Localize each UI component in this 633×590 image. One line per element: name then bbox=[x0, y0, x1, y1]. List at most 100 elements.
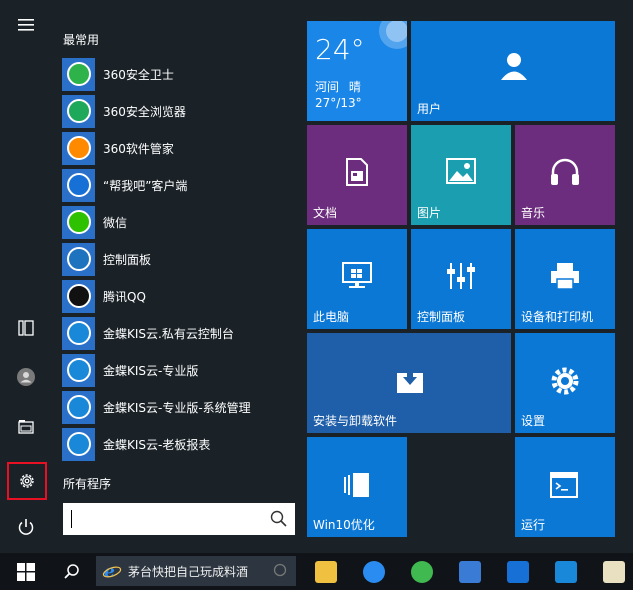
ie-icon: e bbox=[102, 562, 122, 581]
tablet-icon bbox=[18, 320, 34, 336]
bangwoba-icon bbox=[507, 560, 529, 583]
taskbar-pinned-app[interactable] bbox=[308, 553, 344, 590]
app-label: 360安全卫士 bbox=[103, 67, 174, 82]
user-icon bbox=[17, 368, 35, 386]
kingdee-pro-icon bbox=[62, 353, 95, 387]
headphones-icon bbox=[551, 158, 579, 185]
tablet-mode-button[interactable] bbox=[6, 309, 46, 347]
app-list-item[interactable]: 金蝶KIS云-专业版 bbox=[62, 352, 300, 388]
music-tile[interactable]: 音乐 bbox=[515, 125, 615, 225]
taskbar-pinned-app[interactable] bbox=[452, 553, 488, 590]
search-box[interactable] bbox=[63, 503, 295, 535]
app-icon-mark bbox=[66, 136, 91, 160]
all-programs-link[interactable]: 所有程序 bbox=[63, 475, 111, 492]
devices-printers-tile[interactable]: 设备和打印机 bbox=[515, 229, 615, 329]
app-icon-mark bbox=[66, 395, 91, 419]
gear-icon bbox=[20, 474, 34, 488]
user-button[interactable] bbox=[6, 358, 46, 396]
taskbar-pinned-app[interactable] bbox=[500, 553, 536, 590]
control-panel-tile[interactable]: 控制面板 bbox=[411, 229, 511, 329]
taskbar-search-text: 茅台快把自己玩成料酒 bbox=[128, 564, 249, 579]
app-list-item[interactable]: 腾讯QQ bbox=[62, 278, 300, 314]
app-icon-mark bbox=[66, 321, 91, 345]
tile-label: 运行 bbox=[521, 518, 546, 532]
app-label: “帮我吧”客户端 bbox=[103, 178, 188, 193]
weather-temp: 24° bbox=[315, 33, 365, 66]
app-list-item[interactable]: 控制面板 bbox=[62, 241, 300, 277]
tile-label: 文档 bbox=[313, 206, 338, 220]
app-label: 360安全浏览器 bbox=[103, 104, 186, 119]
app-list-item[interactable]: 微信 bbox=[62, 204, 300, 240]
settings-button[interactable] bbox=[7, 462, 47, 500]
ie-icon bbox=[363, 560, 385, 583]
control-panel-icon bbox=[459, 560, 481, 583]
app-label: 金蝶KIS云-老板报表 bbox=[103, 437, 211, 452]
picture-icon bbox=[446, 158, 476, 184]
app-list-item[interactable]: 360安全卫士 bbox=[62, 56, 300, 92]
app-list: 最常用 360安全卫士 360安全浏览器 360软件管家 “帮我吧”客户端微信 控制面板… bbox=[52, 0, 300, 553]
app-list-item[interactable]: 金蝶KIS云-专业版-系统管理 bbox=[62, 389, 300, 425]
install-uninstall-tile[interactable]: 安装与卸载软件 bbox=[307, 333, 511, 433]
360-security-icon bbox=[62, 57, 95, 91]
app-list-item[interactable]: 金蝶KIS云-老板报表 bbox=[62, 426, 300, 462]
sun-icon bbox=[379, 21, 407, 49]
taskbar-pinned-app[interactable] bbox=[596, 553, 632, 590]
kingdee-private-icon bbox=[62, 316, 95, 350]
search-icon bbox=[64, 563, 79, 579]
weather-tile[interactable]: 24° 河间 晴 27°/13° bbox=[307, 21, 407, 121]
user-tile[interactable]: 用户 bbox=[411, 21, 615, 121]
control-panel-icon bbox=[62, 242, 95, 276]
search-input[interactable] bbox=[75, 507, 259, 531]
app-label: 腾讯QQ bbox=[103, 289, 146, 304]
taskbar-pinned-app[interactable] bbox=[548, 553, 584, 590]
start-rail bbox=[0, 0, 52, 553]
app-list-item[interactable]: 360软件管家 bbox=[62, 130, 300, 166]
app-list-item[interactable]: 360安全浏览器 bbox=[62, 93, 300, 129]
windows-logo-icon bbox=[17, 562, 35, 581]
notepad-icon bbox=[603, 560, 625, 583]
file-explorer-button[interactable] bbox=[6, 408, 46, 446]
person-icon bbox=[501, 53, 527, 80]
wechat-icon bbox=[62, 205, 95, 239]
expand-button[interactable] bbox=[6, 6, 46, 44]
text-caret bbox=[71, 510, 72, 528]
app-label: 360软件管家 bbox=[103, 141, 174, 156]
tile-label: 图片 bbox=[417, 206, 442, 220]
search-icon[interactable] bbox=[269, 509, 289, 529]
app-icon-mark bbox=[66, 99, 91, 123]
documents-tile[interactable]: 文档 bbox=[307, 125, 407, 225]
optimize-icon bbox=[344, 473, 369, 497]
kingdee-icon bbox=[555, 560, 577, 583]
app-icon-mark bbox=[66, 284, 91, 308]
app-icon-mark bbox=[66, 62, 91, 86]
tile-label: 安装与卸载软件 bbox=[313, 414, 398, 428]
taskbar-pinned-app[interactable] bbox=[356, 553, 392, 590]
frequent-header: 最常用 bbox=[63, 33, 100, 47]
hamburger-icon bbox=[18, 19, 34, 31]
document-icon bbox=[346, 158, 368, 186]
app-list-item[interactable]: “帮我吧”客户端 bbox=[62, 167, 300, 203]
taskbar-search-button[interactable] bbox=[54, 553, 90, 590]
app-icon-mark bbox=[66, 173, 91, 197]
360-browser-icon bbox=[62, 94, 95, 128]
win10-optimize-tile[interactable]: Win10优化 bbox=[307, 437, 407, 537]
app-icon-mark bbox=[66, 210, 91, 234]
folder-icon bbox=[18, 420, 34, 434]
kingdee-admin-icon bbox=[62, 390, 95, 424]
power-button[interactable] bbox=[6, 508, 46, 546]
tile-label: Win10优化 bbox=[313, 518, 375, 532]
app-icon-mark bbox=[66, 247, 91, 271]
start-button[interactable] bbox=[6, 553, 46, 590]
this-pc-tile[interactable]: 此电脑 bbox=[307, 229, 407, 329]
taskbar-pinned-app[interactable] bbox=[404, 553, 440, 590]
tile-label: 控制面板 bbox=[417, 310, 466, 324]
app-label: 金蝶KIS云-专业版 bbox=[103, 363, 199, 378]
360-software-icon bbox=[62, 131, 95, 165]
bangwoba-icon bbox=[62, 168, 95, 202]
settings-tile[interactable]: 设置 bbox=[515, 333, 615, 433]
taskbar-search-box[interactable]: e 茅台快把自己玩成料酒 bbox=[96, 556, 296, 586]
run-tile[interactable]: 运行 bbox=[515, 437, 615, 537]
app-list-item[interactable]: 金蝶KIS云.私有云控制台 bbox=[62, 315, 300, 351]
pictures-tile[interactable]: 图片 bbox=[411, 125, 511, 225]
qq-icon bbox=[62, 279, 95, 313]
